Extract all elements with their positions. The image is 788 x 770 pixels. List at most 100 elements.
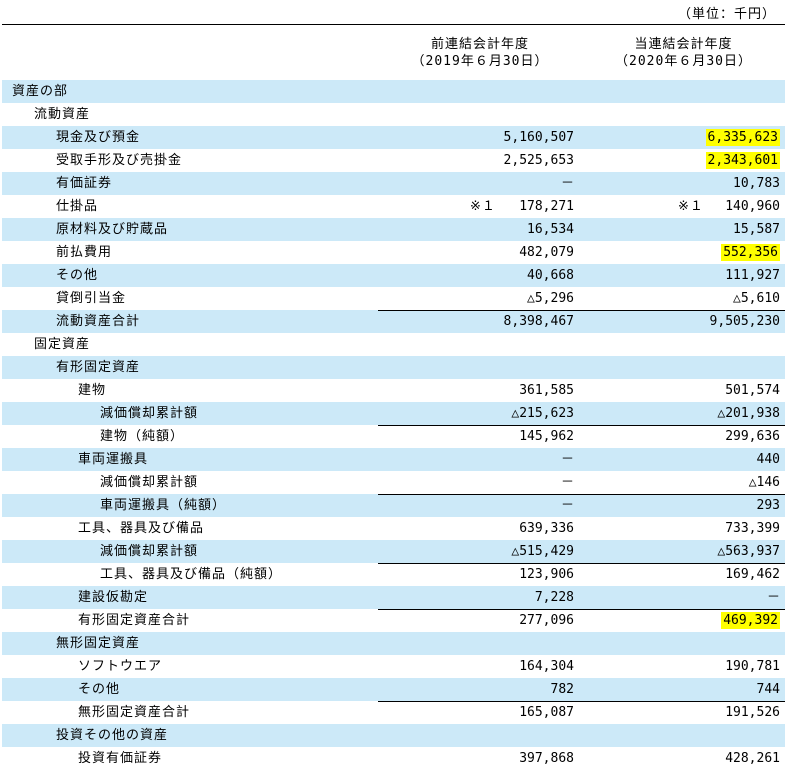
table-header: 前連結会計年度 （2019年６月30日） 当連結会計年度 （2020年６月30日… (2, 24, 785, 81)
current-year-value: △146 (748, 475, 780, 490)
balance-sheet-table: 資産の部 流動資産 現金及び預金 5,160,507 6,335,623 受取手形及び売掛… (2, 80, 785, 770)
current-year-cell: 552,356 (582, 241, 780, 264)
row-label: その他 (78, 682, 121, 697)
table-row: 貸倒引当金 △5,296 △5,610 (2, 287, 785, 310)
row-label: 建物 (78, 383, 107, 398)
row-label: 工具、器具及び備品 (78, 521, 205, 536)
header-prior-year: 前連結会計年度 （2019年６月30日） (378, 36, 582, 70)
current-year-cell: 10,783 (582, 172, 780, 195)
prior-year-cell: 782 (378, 678, 574, 701)
current-year-cell: 744 (582, 678, 780, 701)
prior-year-cell: △515,429 (378, 540, 574, 563)
prior-year-value: 164,304 (519, 659, 574, 674)
current-year-value: △5,610 (733, 291, 780, 306)
prior-year-value: 2,525,653 (503, 153, 574, 168)
current-year-value: 140,960 (725, 199, 780, 214)
current-year-cell: △563,937 (582, 540, 780, 563)
current-year-cell: 501,574 (582, 379, 780, 402)
prior-year-cell: 7,228 (378, 586, 574, 609)
current-year-value: 15,587 (733, 222, 780, 237)
current-year-cell: 428,261 (582, 747, 780, 770)
prior-year-value: － (560, 498, 574, 513)
table-row: 投資有価証券 397,868 428,261 (2, 747, 785, 770)
prior-year-value: 639,336 (519, 521, 574, 536)
header-prior-year-title: 前連結会計年度 (430, 37, 529, 52)
table-row: 現金及び預金 5,160,507 6,335,623 (2, 126, 785, 149)
header-current-year-title: 当連結会計年度 (634, 37, 733, 52)
row-label: 貸倒引当金 (56, 291, 127, 306)
table-row: 減価償却累計額 △515,429 △563,937 (2, 540, 785, 563)
prior-year-cell: 361,585 (378, 379, 574, 402)
table-row: 有価証券 － 10,783 (2, 172, 785, 195)
prior-year-value: △5,296 (527, 291, 574, 306)
current-year-cell: 111,927 (582, 264, 780, 287)
prior-year-value: － (560, 452, 574, 467)
prior-year-cell: 123,906 (378, 563, 574, 586)
row-label: 流動資産 (34, 107, 91, 122)
prior-year-cell: 482,079 (378, 241, 574, 264)
current-year-value: 744 (756, 682, 780, 697)
table-row: 無形固定資産 (2, 632, 785, 655)
prior-year-cell: 145,962 (378, 425, 574, 448)
table-row: 建物 361,585 501,574 (2, 379, 785, 402)
current-year-value: 111,927 (725, 268, 780, 283)
prior-year-cell: 8,398,467 (378, 310, 574, 333)
table-row: その他 782 744 (2, 678, 785, 701)
current-year-value: 2,343,601 (705, 152, 780, 169)
current-year-value: 293 (756, 498, 780, 513)
current-year-cell: △146 (582, 471, 780, 494)
prior-year-value: 123,906 (519, 567, 574, 582)
current-year-cell: △5,610 (582, 287, 780, 310)
current-year-cell: 293 (582, 494, 780, 517)
current-year-value: 10,783 (733, 176, 780, 191)
prior-year-cell: △215,623 (378, 402, 574, 425)
prior-year-value: △215,623 (511, 406, 574, 421)
row-label: 投資その他の資産 (56, 728, 169, 743)
header-current-year-date: （2020年６月30日） (615, 54, 752, 69)
current-year-value: 501,574 (725, 383, 780, 398)
prior-year-value: 16,534 (527, 222, 574, 237)
current-year-cell: 190,781 (582, 655, 780, 678)
current-year-cell: △201,938 (582, 402, 780, 425)
table-row: 流動資産合計 8,398,467 9,505,230 (2, 310, 785, 333)
prior-year-value: － (560, 475, 574, 490)
prior-year-value: △515,429 (511, 544, 574, 559)
row-label: 工具、器具及び備品（純額） (100, 567, 283, 582)
current-year-cell: 15,587 (582, 218, 780, 241)
unit-label: （単位：千円） (677, 7, 776, 22)
row-label: 資産の部 (12, 84, 69, 99)
row-label: 投資有価証券 (78, 751, 163, 766)
current-year-value: 299,636 (725, 429, 780, 444)
prior-year-value: 361,585 (519, 383, 574, 398)
table-row: 建設仮勘定 7,228 － (2, 586, 785, 609)
prior-year-value: 482,079 (519, 245, 574, 260)
row-label: 減価償却累計額 (100, 475, 199, 490)
current-year-value: 428,261 (725, 751, 780, 766)
row-label: 建物（純額） (100, 429, 185, 444)
table-row: 流動資産 (2, 103, 785, 126)
row-label: 車両運搬具 (78, 452, 149, 467)
current-year-value: 9,505,230 (709, 314, 780, 329)
table-row: 有形固定資産合計 277,096 469,392 (2, 609, 785, 632)
current-year-value: 552,356 (721, 244, 780, 261)
table-row: 原材料及び貯蔵品 16,534 15,587 (2, 218, 785, 241)
prior-year-value: 7,228 (534, 590, 574, 605)
table-row: 工具、器具及び備品（純額） 123,906 169,462 (2, 563, 785, 586)
prior-year-value: 178,271 (519, 199, 574, 214)
row-label: 減価償却累計額 (100, 406, 199, 421)
table-row: 無形固定資産合計 165,087 191,526 (2, 701, 785, 724)
row-label: 無形固定資産合計 (78, 705, 191, 720)
current-year-cell: 733,399 (582, 517, 780, 540)
prior-year-cell: 639,336 (378, 517, 574, 540)
current-year-value: 6,335,623 (705, 129, 780, 146)
row-label: 仕掛品 (56, 199, 99, 214)
prior-year-cell: － (378, 494, 574, 517)
table-row: 工具、器具及び備品 639,336 733,399 (2, 517, 785, 540)
current-year-cell: 469,392 (582, 609, 780, 632)
prior-year-cell: 178,271 (378, 195, 574, 218)
current-year-cell: 169,462 (582, 563, 780, 586)
row-label: 有価証券 (56, 176, 113, 191)
table-row: 前払費用 482,079 552,356 (2, 241, 785, 264)
table-row: 建物（純額） 145,962 299,636 (2, 425, 785, 448)
table-row: 車両運搬具 － 440 (2, 448, 785, 471)
